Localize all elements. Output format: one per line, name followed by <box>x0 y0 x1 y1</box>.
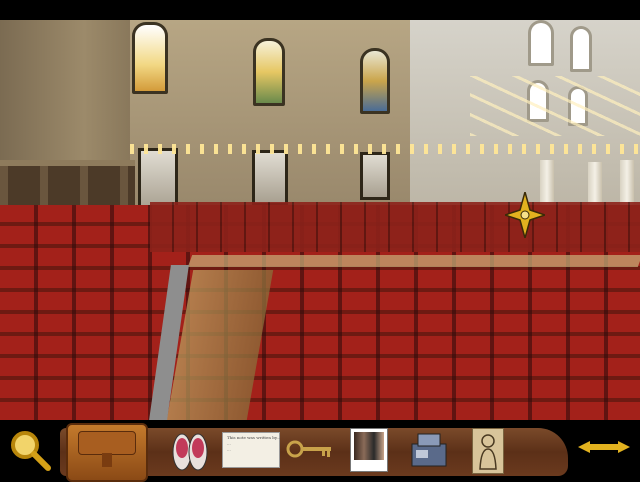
hanging-lamps <box>130 144 640 154</box>
photo-image <box>354 432 384 460</box>
photograph-icon[interactable] <box>350 428 388 472</box>
note-text: This note was written by... ... ... <box>227 435 281 452</box>
doorway-right[interactable] <box>360 152 390 200</box>
key-icon[interactable] <box>286 438 334 460</box>
bright-window <box>528 20 554 66</box>
navigation-compass-cursor <box>505 192 545 238</box>
sneakers-icon[interactable] <box>170 430 210 472</box>
handwritten-note-icon[interactable]: This note was written by... ... ... <box>222 432 280 468</box>
stained-glass-window <box>132 22 168 94</box>
machine-icon[interactable] <box>408 430 450 470</box>
satchel-flap <box>78 431 136 455</box>
figurine-sketch-icon[interactable] <box>472 428 504 474</box>
far-carpet <box>150 202 640 252</box>
doorway-center[interactable] <box>252 150 288 206</box>
stained-glass-window <box>360 48 390 114</box>
satchel-strap <box>102 453 112 467</box>
satchel-icon[interactable] <box>66 423 148 482</box>
arrow-right-icon[interactable] <box>604 440 630 454</box>
chandelier-lights <box>470 76 640 136</box>
magnifying-glass-icon[interactable] <box>8 428 52 472</box>
arrow-left-icon[interactable] <box>578 440 604 454</box>
carpet-border <box>187 255 640 267</box>
stained-glass-window <box>253 38 285 106</box>
bright-window <box>570 26 592 72</box>
